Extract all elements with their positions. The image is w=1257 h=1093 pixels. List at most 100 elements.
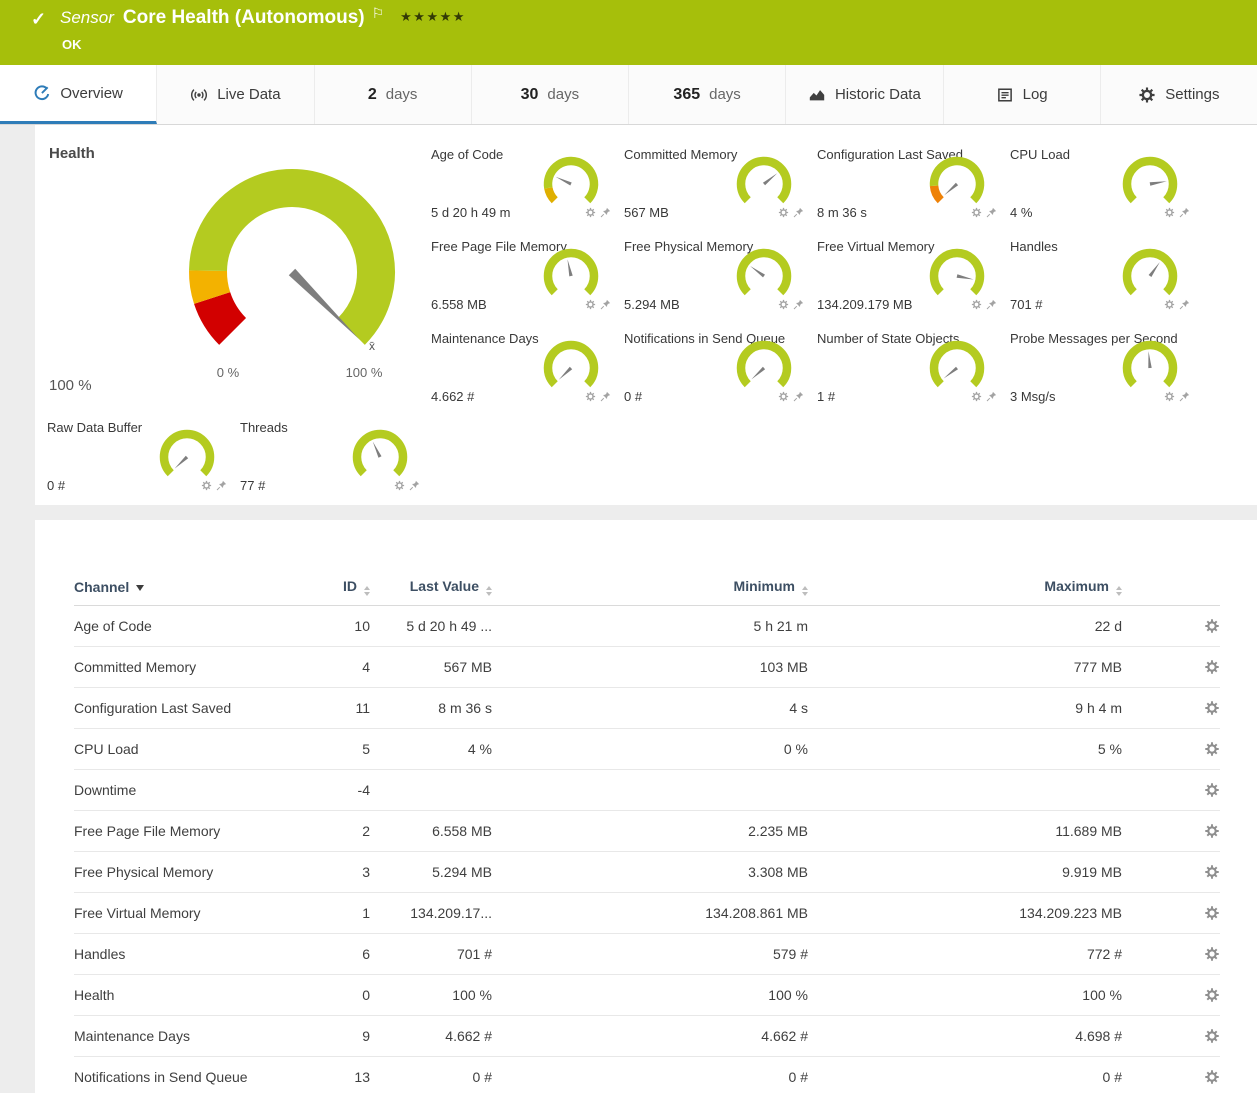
gear-icon[interactable] [778, 391, 789, 402]
tab-30-days[interactable]: 30days [472, 65, 629, 124]
gauge-actions [778, 207, 804, 218]
pin-icon[interactable] [1179, 299, 1190, 310]
gear-icon[interactable] [1164, 299, 1175, 310]
table-row-maintenance-days[interactable]: Maintenance Days94.662 #4.662 #4.698 # [74, 1016, 1220, 1057]
pin-icon[interactable] [793, 207, 804, 218]
tab-historic-data[interactable]: Historic Data [786, 65, 943, 124]
channel-settings-cell [1122, 741, 1220, 757]
gear-icon[interactable] [585, 207, 596, 218]
pin-icon[interactable] [1179, 391, 1190, 402]
channel-settings-gear-icon[interactable] [1204, 700, 1220, 716]
gauge-card-free-physical-memory: Free Physical Memory5.294 MB [624, 239, 817, 331]
cell-channel: Notifications in Send Queue [74, 1069, 326, 1085]
channel-settings-gear-icon[interactable] [1204, 1028, 1220, 1044]
gear-icon[interactable] [585, 299, 596, 310]
gear-icon[interactable] [971, 207, 982, 218]
pin-icon[interactable] [986, 207, 997, 218]
pin-icon[interactable] [793, 391, 804, 402]
tab-label: Historic Data [835, 86, 921, 103]
pin-icon[interactable] [793, 299, 804, 310]
gear-icon[interactable] [971, 299, 982, 310]
pin-icon[interactable] [216, 480, 227, 491]
table-row-committed-memory[interactable]: Committed Memory4567 MB103 MB777 MB [74, 647, 1220, 688]
gauge-actions [585, 299, 611, 310]
channel-settings-gear-icon[interactable] [1204, 905, 1220, 921]
table-row-free-page-file-memory[interactable]: Free Page File Memory26.558 MB2.235 MB11… [74, 811, 1220, 852]
cell-channel: Health [74, 987, 326, 1003]
table-row-handles[interactable]: Handles6701 #579 #772 # [74, 934, 1220, 975]
channel-settings-gear-icon[interactable] [1204, 987, 1220, 1003]
gauge-value: 134.209.179 MB [817, 297, 912, 312]
tab-label: Live Data [217, 86, 280, 103]
gear-icon[interactable] [201, 480, 212, 491]
tab-2-days[interactable]: 2days [315, 65, 472, 124]
gauge-value: 0 # [624, 389, 642, 404]
channel-settings-gear-icon[interactable] [1204, 618, 1220, 634]
table-row-free-physical-memory[interactable]: Free Physical Memory35.294 MB3.308 MB9.9… [74, 852, 1220, 893]
column-header-id[interactable]: ID [326, 578, 370, 596]
gear-icon[interactable] [1164, 207, 1175, 218]
table-row-free-virtual-memory[interactable]: Free Virtual Memory1134.209.17...134.208… [74, 893, 1220, 934]
pin-icon[interactable] [600, 207, 611, 218]
channel-settings-gear-icon[interactable] [1204, 946, 1220, 962]
cell-maximum: 22 d [808, 618, 1122, 634]
tab-log[interactable]: Log [944, 65, 1101, 124]
gauge-value: 0 # [47, 478, 65, 493]
cell-maximum: 772 # [808, 946, 1122, 962]
column-header-minimum[interactable]: Minimum [492, 578, 808, 596]
priority-stars[interactable]: ★★★★★ [400, 9, 466, 24]
pin-icon[interactable] [600, 391, 611, 402]
gauge-value: 5.294 MB [624, 297, 680, 312]
channel-settings-gear-icon[interactable] [1204, 741, 1220, 757]
pin-icon[interactable] [986, 391, 997, 402]
channel-settings-gear-icon[interactable] [1204, 659, 1220, 675]
table-row-health[interactable]: Health0100 %100 %100 % [74, 975, 1220, 1016]
gear-icon[interactable] [394, 480, 405, 491]
tab-overview[interactable]: Overview [0, 65, 157, 124]
sort-toggle-icon [1116, 586, 1122, 596]
gear-icon[interactable] [971, 391, 982, 402]
gear-icon[interactable] [778, 299, 789, 310]
table-row-cpu-load[interactable]: CPU Load54 %0 %5 % [74, 729, 1220, 770]
cell-channel: Free Virtual Memory [74, 905, 326, 921]
channel-settings-gear-icon[interactable] [1204, 864, 1220, 880]
pin-icon[interactable] [986, 299, 997, 310]
cell-maximum: 9 h 4 m [808, 700, 1122, 716]
cell-last-value: 100 % [370, 987, 492, 1003]
pin-icon[interactable] [1179, 207, 1190, 218]
cell-channel: Free Physical Memory [74, 864, 326, 880]
column-header-maximum[interactable]: Maximum [808, 578, 1122, 596]
channel-settings-cell [1122, 618, 1220, 634]
gauge-card-age-of-code: Age of Code5 d 20 h 49 m [431, 147, 624, 239]
table-row-configuration-last-saved[interactable]: Configuration Last Saved118 m 36 s4 s9 h… [74, 688, 1220, 729]
tab-live-data[interactable]: Live Data [157, 65, 314, 124]
table-row-age-of-code[interactable]: Age of Code105 d 20 h 49 ...5 h 21 m22 d [74, 606, 1220, 647]
column-header-channel[interactable]: Channel [74, 579, 326, 595]
pin-icon[interactable] [600, 299, 611, 310]
channel-settings-gear-icon[interactable] [1204, 782, 1220, 798]
tab-label: Log [1023, 86, 1048, 103]
table-row-downtime[interactable]: Downtime-4 [74, 770, 1220, 811]
sort-desc-icon [136, 585, 144, 591]
gauge-value: 1 # [817, 389, 835, 404]
channel-table-panel: ChannelIDLast ValueMinimumMaximum Age of… [35, 520, 1257, 1093]
gear-icon[interactable] [1164, 391, 1175, 402]
channel-settings-gear-icon[interactable] [1204, 1069, 1220, 1085]
column-header-last-value[interactable]: Last Value [370, 578, 492, 596]
channel-settings-gear-icon[interactable] [1204, 823, 1220, 839]
tab-number: 2 [368, 86, 377, 104]
flag-icon[interactable]: ⚐ [372, 5, 385, 21]
tab-365-days[interactable]: 365days [629, 65, 786, 124]
gear-icon[interactable] [778, 207, 789, 218]
tab-settings[interactable]: Settings [1101, 65, 1257, 124]
gauge-card-probe-messages-per-second: Probe Messages per Second3 Msg/s [1010, 331, 1203, 423]
cell-channel: Committed Memory [74, 659, 326, 675]
gauge-card-free-page-file-memory: Free Page File Memory6.558 MB [431, 239, 624, 331]
gauge-actions [971, 207, 997, 218]
gauge-card-free-virtual-memory: Free Virtual Memory134.209.179 MB [817, 239, 1010, 331]
table-row-notifications-in-send-queue[interactable]: Notifications in Send Queue130 #0 #0 # [74, 1057, 1220, 1093]
gear-icon[interactable] [585, 391, 596, 402]
cell-last-value: 567 MB [370, 659, 492, 675]
pin-icon[interactable] [409, 480, 420, 491]
mini-gauge-bottom-row: Raw Data Buffer0 #Threads77 # [47, 420, 433, 512]
